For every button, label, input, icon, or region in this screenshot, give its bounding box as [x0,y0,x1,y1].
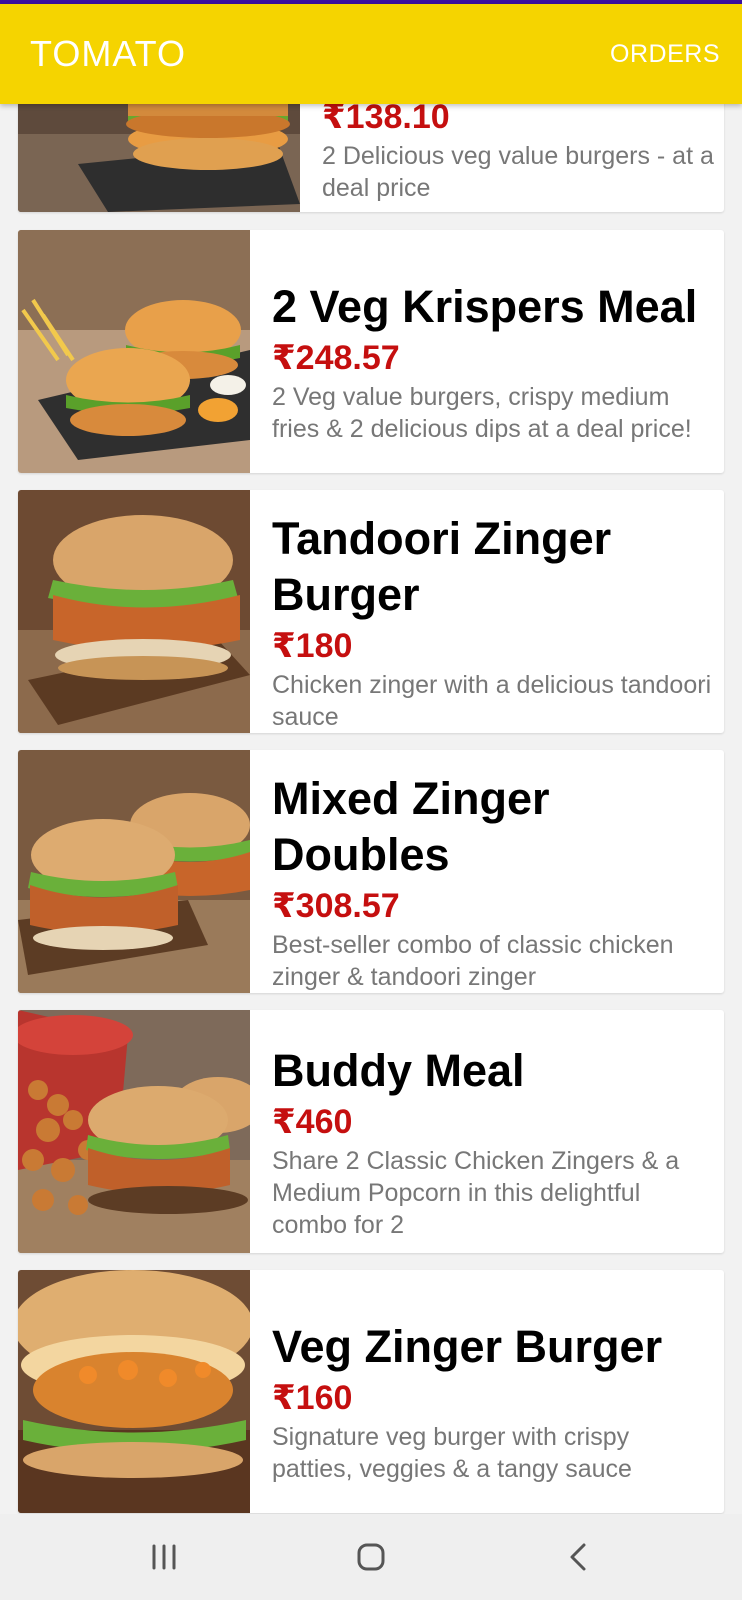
menu-item-card[interactable]: Buddy Meal ₹460 Share 2 Classic Chicken … [18,1010,724,1253]
item-description: Best-seller combo of classic chicken zin… [272,930,674,991]
menu-item-card[interactable]: Tandoori Zinger Burger ₹180 Chicken zing… [18,490,724,733]
menu-list[interactable]: ₹138.10 2 Delicious veg value burgers - … [0,0,742,1514]
home-icon [357,1543,385,1571]
item-price: ₹308.57 [272,886,400,925]
orders-button[interactable]: ORDERS [610,40,720,69]
item-description: 2 Veg value burgers, crispy medium fries… [272,382,692,443]
back-button[interactable] [548,1527,608,1587]
food-image [18,490,250,733]
item-price: ₹248.57 [272,338,400,377]
item-description: Chicken zinger with a delicious tandoori… [272,670,712,731]
app-bar: TOMATO ORDERS [0,4,742,104]
item-description: 2 Delicious veg value burgers - at a dea… [322,142,714,202]
item-description: Share 2 Classic Chicken Zingers & a Medi… [272,1146,680,1239]
system-nav-bar [0,1514,742,1600]
recent-apps-button[interactable] [134,1527,194,1587]
menu-item-card[interactable]: Mixed Zinger Doubles ₹308.57 Best-seller… [18,750,724,993]
item-price: ₹180 [272,626,353,665]
menu-item-card[interactable]: Veg Zinger Burger ₹160 Signature veg bur… [18,1270,724,1513]
recent-apps-icon [152,1544,176,1570]
menu-item-card[interactable]: 2 Veg Krispers Meal ₹248.57 2 Veg value … [18,230,724,473]
back-icon [570,1543,586,1571]
item-name: Tandoori Zinger Burger [272,512,612,620]
food-image [18,230,250,473]
item-price: ₹460 [272,1102,353,1141]
item-description: Signature veg burger with crispy patties… [272,1422,632,1483]
item-name: Mixed Zinger Doubles [272,772,550,880]
food-image [18,1270,250,1513]
home-button[interactable] [341,1527,401,1587]
app-title: TOMATO [30,33,187,74]
food-image [18,94,300,212]
food-image [18,750,250,993]
menu-item-card[interactable]: ₹138.10 2 Delicious veg value burgers - … [18,94,724,212]
item-name: 2 Veg Krispers Meal [272,280,698,332]
item-name: Buddy Meal [272,1044,525,1096]
item-name: Veg Zinger Burger [272,1320,663,1372]
item-price: ₹160 [272,1378,353,1417]
food-image [18,1010,250,1253]
